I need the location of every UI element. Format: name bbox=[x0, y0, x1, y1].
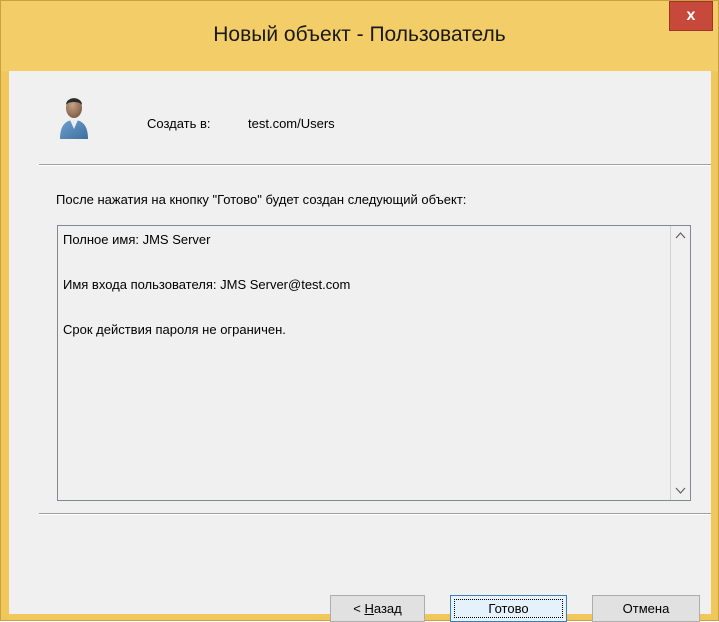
bottom-divider bbox=[39, 513, 711, 515]
cancel-button[interactable]: Отмена bbox=[592, 595, 700, 622]
user-icon bbox=[54, 93, 94, 141]
title-bar[interactable]: Новый объект - Пользователь x bbox=[1, 1, 718, 71]
dialog-window: Новый объект - Пользователь x Создать в:… bbox=[0, 0, 719, 622]
cancel-button-label: Отмена bbox=[622, 601, 670, 616]
close-icon: x bbox=[686, 7, 696, 24]
create-in-path: test.com/Users bbox=[248, 116, 335, 131]
vertical-scrollbar[interactable] bbox=[670, 226, 690, 500]
top-divider bbox=[39, 164, 711, 166]
summary-textbox[interactable]: Полное имя: JMS Server Имя входа пользов… bbox=[57, 225, 691, 501]
create-in-label: Создать в: bbox=[147, 116, 211, 131]
scroll-down-icon[interactable] bbox=[671, 481, 690, 500]
summary-line-full-name: Полное имя: JMS Server bbox=[63, 232, 211, 247]
info-text: После нажатия на кнопку "Готово" будет с… bbox=[56, 192, 467, 207]
scroll-up-icon[interactable] bbox=[671, 226, 690, 245]
summary-line-password: Срок действия пароля не ограничен. bbox=[63, 322, 286, 337]
finish-button[interactable]: Готово bbox=[450, 595, 567, 622]
window-title: Новый объект - Пользователь bbox=[213, 23, 506, 46]
summary-line-logon-name: Имя входа пользователя: JMS Server@test.… bbox=[63, 277, 351, 292]
finish-button-label: Готово bbox=[488, 601, 529, 616]
back-button-label: < Назад bbox=[353, 601, 402, 616]
dialog-content: Создать в: test.com/Users После нажатия … bbox=[9, 71, 711, 622]
back-button[interactable]: < Назад bbox=[330, 595, 425, 622]
close-button[interactable]: x bbox=[669, 1, 713, 31]
